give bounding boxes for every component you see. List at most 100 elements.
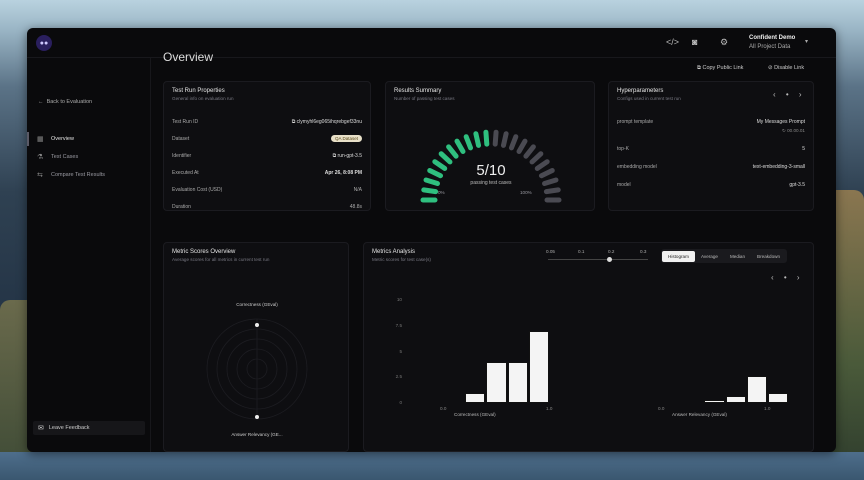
histogram-bar[interactable] (528, 330, 549, 403)
gauge-segment (529, 151, 544, 165)
compare-icon: ⇆ (37, 172, 43, 179)
property-label: Identifier (172, 152, 192, 159)
back-link[interactable]: ← Back to Evaluation (38, 99, 92, 105)
executed-at-value: Apr 26, 8:08 PM (324, 169, 362, 176)
property-value[interactable]: ⧉ clymyhl6eg065ihqrebgef33nu (292, 119, 362, 125)
hyperparameters-pager[interactable]: ‹ • › (773, 90, 806, 99)
disable-link-button[interactable]: ⊘ Disable Link (768, 65, 804, 71)
x-tick-label: 0.0 (658, 406, 665, 411)
series-label: Answer Relevancy (GEval) (672, 412, 727, 417)
code-icon[interactable]: </> (666, 37, 679, 47)
metric-scores-card: Metric Scores Overview Average scores fo… (163, 242, 349, 452)
user-menu[interactable]: Confident Demo All Project Data (749, 34, 795, 52)
copy-link-label: Copy Public Link (702, 65, 744, 71)
hyperparameter-value: 5 (802, 145, 805, 152)
card-subtitle: Average scores for all metrics in curren… (172, 257, 270, 262)
gauge-score: 5/10 (476, 162, 506, 179)
y-tick-label: 10 (396, 297, 402, 302)
gauge-max-label: 100% (520, 190, 532, 195)
chevron-down-icon[interactable]: ▾ (805, 38, 808, 45)
histogram-bar[interactable] (465, 392, 486, 403)
hyperparameter-row: prompt template My Messages Prompt (617, 117, 805, 126)
discord-icon[interactable]: ◙ (692, 37, 697, 47)
main-content: Overview ⧉ Copy Public Link ⊘ Disable Li… (151, 50, 836, 452)
hyperparameter-value: text-embedding-3-small (752, 163, 805, 170)
property-label: Duration (172, 203, 191, 210)
property-row: Dataset QA Dataset (172, 134, 362, 143)
user-name: Confident Demo (749, 35, 796, 41)
back-link-label: Back to Evaluation (46, 99, 93, 105)
settings-icon[interactable]: ⚙ (720, 37, 728, 48)
copy-public-link-button[interactable]: ⧉ Copy Public Link (697, 65, 743, 72)
histogram-bar[interactable] (746, 376, 767, 403)
grid-icon: ▦ (37, 136, 44, 143)
metrics-analysis-card: Metrics Analysis Metric scores for test … (363, 242, 814, 452)
project-name: All Project Data (749, 44, 791, 50)
page-title: Overview (163, 50, 214, 64)
hyperparameter-label: prompt template (617, 118, 654, 125)
property-row: Identifier ⧉ run-gpt-3.5 (172, 151, 362, 160)
gauge-min-label: 0% (438, 190, 445, 195)
radar-point-correctness[interactable] (255, 323, 259, 327)
card-subtitle: General info on evaluation run (172, 96, 234, 101)
sidebar-item-test-cases[interactable]: ⚗ Test Cases (27, 150, 151, 164)
arrow-left-icon: ← (38, 99, 44, 105)
radar-chart (206, 318, 308, 420)
x-tick-label: 1.0 (764, 406, 771, 411)
card-title: Test Run Properties (172, 88, 225, 94)
sidebar: ← Back to Evaluation ▦ Overview ⚗ Test Cas… (27, 58, 151, 452)
sidebar-item-compare[interactable]: ⇆ Compare Test Results (27, 168, 151, 182)
copy-icon[interactable]: ⧉ (292, 119, 296, 125)
property-label: Test Run ID (172, 118, 199, 125)
y-tick-label: 5 (399, 348, 402, 354)
hyperparameters-card: Hyperparameters Configs used in current … (608, 81, 814, 211)
copy-icon[interactable]: ⧉ (333, 153, 337, 159)
gauge-segment (508, 134, 519, 151)
hyperparameter-row: model gpt-3.5 (617, 180, 805, 189)
gauge-segment (492, 129, 499, 147)
histogram-bar[interactable] (768, 392, 789, 403)
y-tick-label: 7.5 (395, 322, 402, 328)
card-title: Metric Scores Overview (172, 249, 236, 255)
gauge-segment (463, 134, 474, 151)
hyperparameter-label: model (617, 181, 631, 188)
radar-point-answer-relevancy[interactable] (255, 415, 259, 419)
app-logo[interactable]: ●● (36, 35, 52, 51)
gauge-segment (446, 144, 459, 159)
property-label: Dataset (172, 135, 190, 142)
y-tick-label: 0 (399, 400, 402, 405)
copy-icon: ⧉ (697, 65, 701, 71)
gauge-segment (421, 187, 439, 195)
link-off-icon: ⊘ (768, 65, 773, 71)
prompt-version: ↻ 00.00.01 (782, 128, 805, 134)
histogram-bar[interactable] (486, 361, 507, 403)
gauge-segment (523, 144, 536, 159)
property-label: Executed At (172, 169, 199, 176)
results-summary-card: Results Summary Number of passing test c… (385, 81, 595, 211)
passing-gauge (420, 129, 562, 203)
prompt-template-link[interactable]: My Messages Prompt (757, 119, 805, 125)
disable-link-label: Disable Link (774, 65, 805, 71)
property-row: Executed At Apr 26, 8:08 PM (172, 168, 362, 177)
x-tick-label: 1.0 (546, 406, 553, 411)
property-row: Duration 48.8s (172, 202, 362, 211)
gauge-segment (454, 138, 466, 155)
y-tick-label: 2.5 (395, 374, 402, 380)
gauge-segment (483, 129, 490, 147)
dataset-badge[interactable]: QA Dataset (330, 135, 362, 142)
hyperparameter-value: gpt-3.5 (789, 181, 805, 188)
histogram-bar[interactable] (507, 361, 528, 403)
sidebar-item-label: Overview (51, 136, 74, 142)
card-title: Results Summary (394, 88, 442, 94)
property-label: Evaluation Cost (USD) (172, 186, 223, 193)
hyperparameter-label: top-K (617, 145, 629, 152)
leave-feedback-button[interactable]: ✉ Leave Feedback (33, 421, 145, 435)
sidebar-item-overview[interactable]: ▦ Overview (27, 132, 151, 146)
gauge-segment (438, 151, 453, 165)
histogram-bar[interactable] (704, 399, 725, 403)
histogram-chart: 10 7.5 5 2.5 0 0.0 1.0 Correctness (GEval) 0.0 1.… (364, 243, 815, 452)
test-run-id: clymyhl6eg065ihqrebgef33nu (296, 118, 362, 125)
hyperparameter-label: embedding model (617, 163, 657, 170)
histogram-bar[interactable] (725, 395, 746, 403)
prompt-version-label: 00.00.01 (787, 128, 805, 133)
